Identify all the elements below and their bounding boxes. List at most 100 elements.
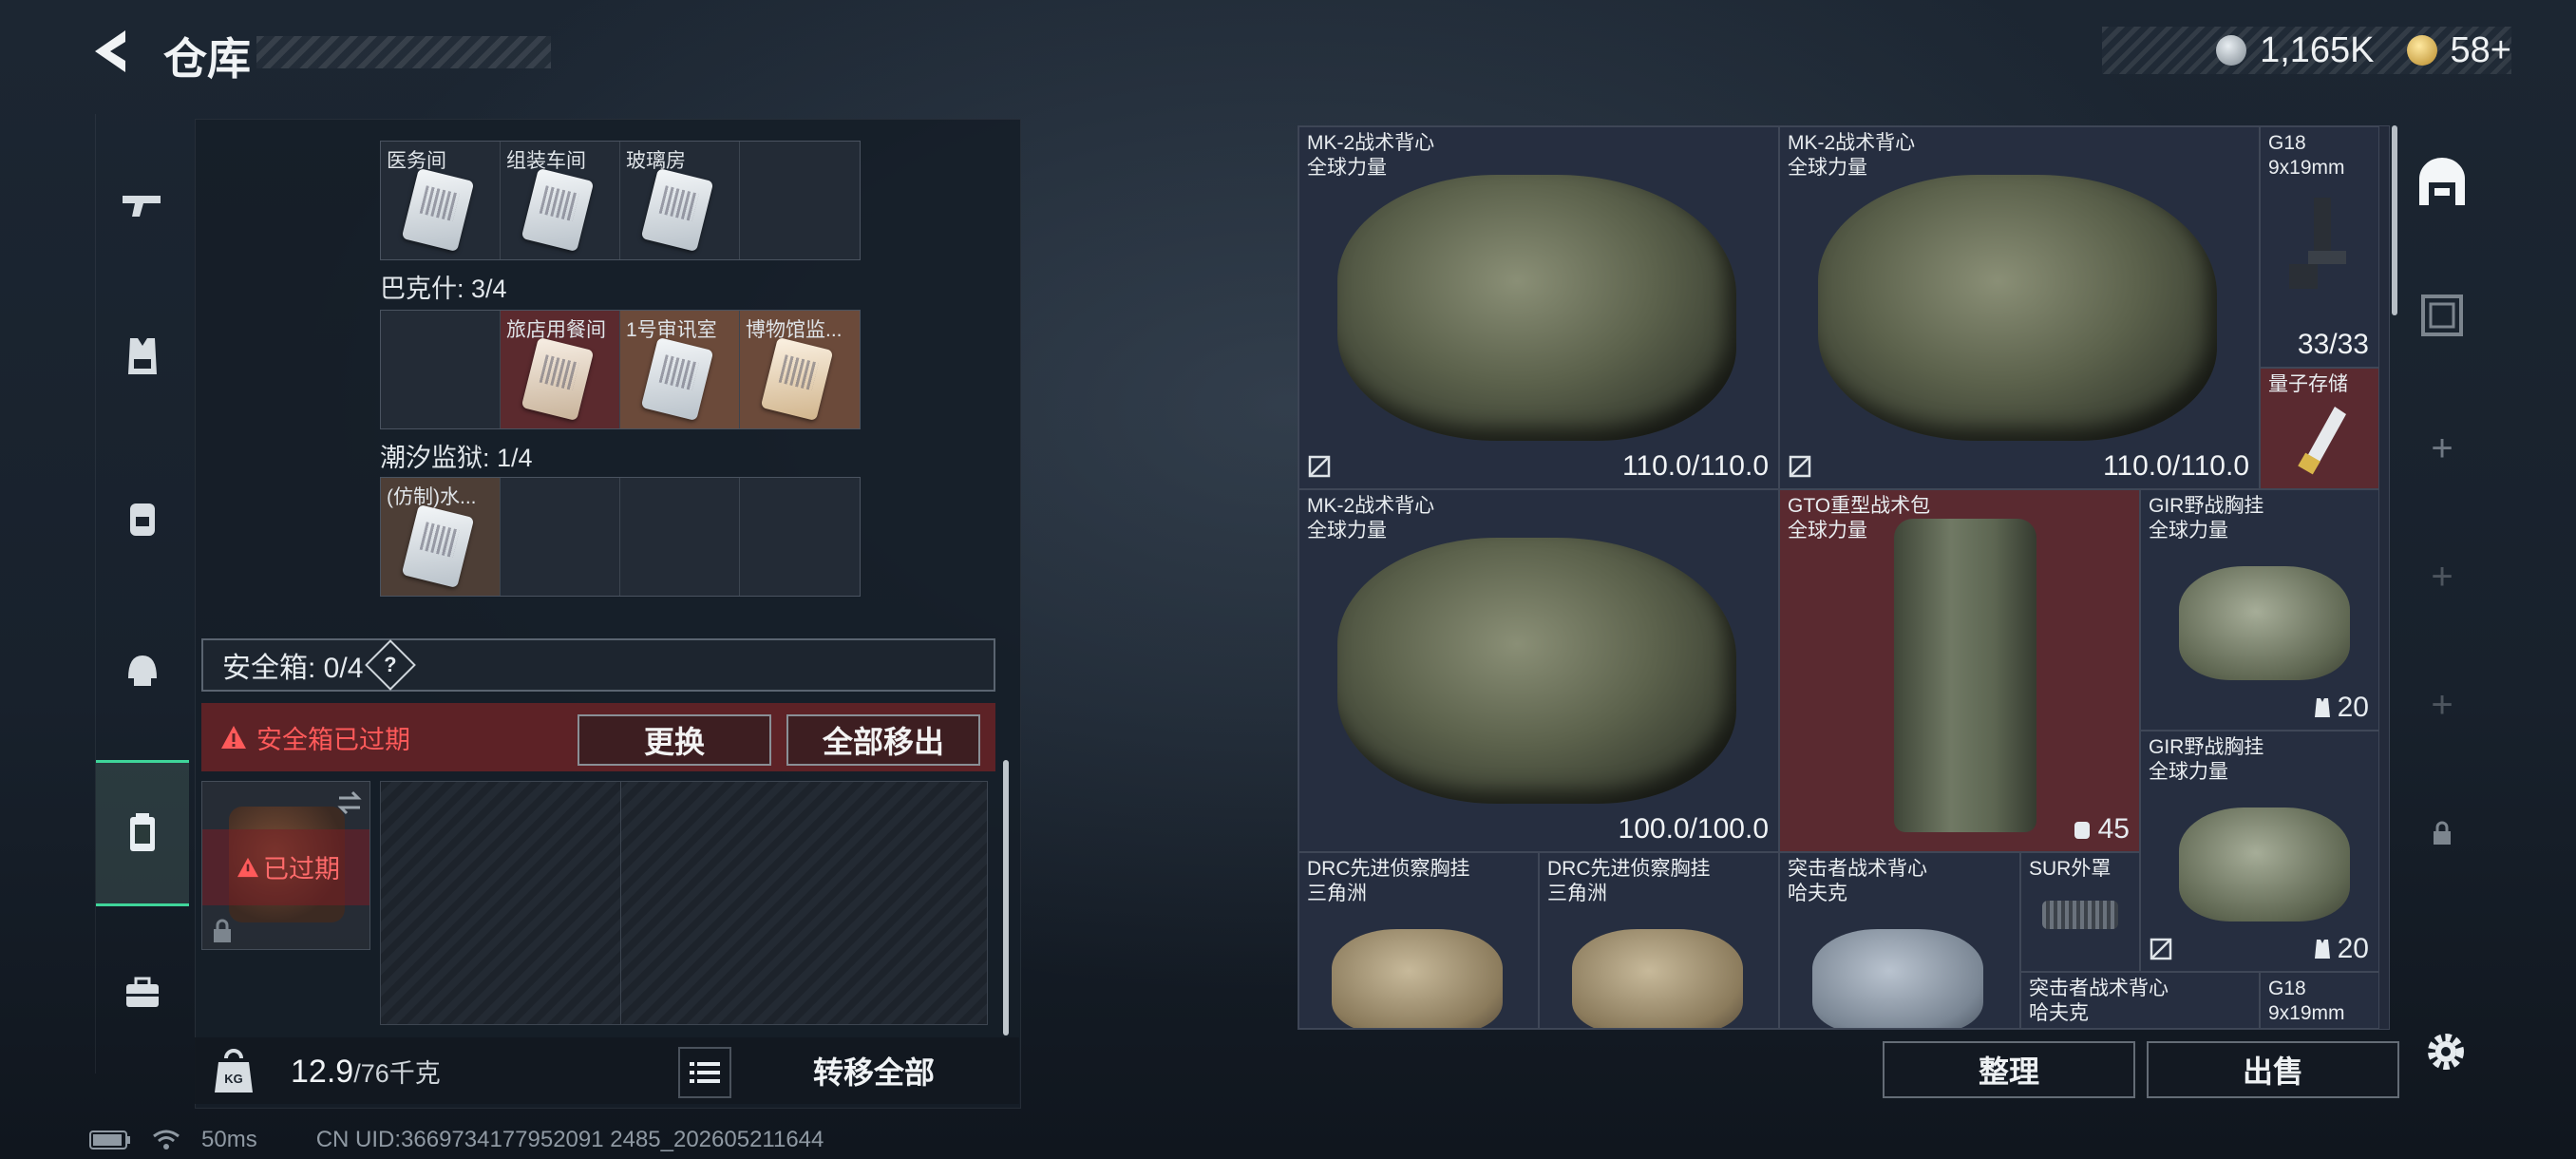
rail-item-helmet[interactable] [96, 618, 189, 722]
item-name: GIR野战胸挂 [2149, 495, 2264, 517]
item-name: MK-2战术背心 [1307, 132, 1435, 154]
item-name: GTO重型战术包 [1788, 495, 1931, 517]
rail-item-backpack[interactable] [96, 466, 189, 570]
item-name-block: MK-2战术背心 全球力量 [1307, 494, 1434, 543]
inventory-item[interactable]: MK-2战术背心 全球力量 110.0/110.0 [1779, 126, 2260, 489]
item-faction: 全球力量 [1788, 157, 1867, 179]
section-title-tide-prison: 潮汐监狱: 1/4 [380, 444, 533, 472]
move-all-out-button[interactable]: 全部移出 [786, 714, 980, 766]
item-name: G18 [2268, 978, 2306, 999]
left-scrollbar[interactable] [1003, 760, 1009, 1036]
sort-button[interactable]: 整理 [1883, 1041, 2135, 1098]
safebox-storage-grid[interactable] [380, 781, 988, 1025]
rail-item-vest[interactable] [96, 304, 189, 408]
room-card-slot[interactable]: 旅店用餐间 [501, 311, 620, 428]
item-capacity: 20 [2337, 692, 2369, 723]
tactical-vest-image [1812, 929, 1983, 1028]
item-faction: 全球力量 [2149, 520, 2228, 542]
inventory-item[interactable]: GIR野战胸挂 全球力量 20 [2140, 489, 2379, 731]
rail-item-safebox[interactable] [96, 760, 189, 906]
vest-icon [128, 338, 157, 374]
back-arrow-icon[interactable] [87, 27, 137, 76]
gold-amount[interactable]: 58+ [2451, 30, 2511, 71]
room-card-label: 玻璃房 [626, 150, 686, 172]
item-faction: 哈夫克 [1788, 883, 1847, 904]
pistol-image [2289, 198, 2346, 289]
help-icon[interactable]: ? [365, 639, 417, 691]
item-name-block: 突击者战术背心 哈夫克 [1788, 857, 1927, 906]
uid-text: CN UID:3669734177952091 2485_20260521164… [315, 1127, 824, 1152]
grid-divider [620, 782, 621, 1024]
inventory-item[interactable]: 突击者战术背心 哈夫克 [1779, 852, 2020, 1029]
room-card-slot[interactable]: (仿制)水... [381, 478, 501, 596]
add-container-button[interactable]: + [2399, 391, 2485, 505]
item-name: G18 [2268, 132, 2306, 154]
room-card-slot-empty[interactable] [740, 142, 860, 259]
inventory-item[interactable]: 量子存储 [2260, 368, 2379, 489]
inventory-item[interactable]: DRC先进侦察胸挂 三角洲 [1539, 852, 1779, 1029]
room-card-slot-empty[interactable] [740, 478, 860, 596]
safebox-capacity-bar: 安全箱: 0/4 ? [201, 638, 995, 692]
room-card-slot[interactable]: 1号审讯室 [620, 311, 740, 428]
swap-icon[interactable] [335, 789, 364, 816]
inventory-item[interactable]: MK-2战术背心 全球力量 110.0/110.0 [1298, 126, 1779, 489]
add-container-button[interactable]: + [2399, 520, 2485, 634]
rail-item-weapons[interactable] [96, 152, 189, 256]
inventory-item[interactable]: SUR外罩 [2020, 852, 2140, 972]
inventory-item[interactable]: GIR野战胸挂 全球力量 20 [2140, 731, 2379, 972]
rail-item-toolbox[interactable] [96, 940, 189, 1045]
item-capacity: 45 [2097, 813, 2130, 845]
safebox-slot[interactable]: 已过期 [201, 781, 370, 950]
list-view-button[interactable] [678, 1047, 731, 1098]
settings-gear-icon[interactable] [2420, 1026, 2472, 1077]
item-caliber: 9x19mm [2268, 1002, 2345, 1024]
room-card-label: 1号审讯室 [626, 319, 717, 341]
room-card-label: 医务间 [387, 150, 446, 172]
chest-rig-image [2179, 566, 2350, 680]
backpack-image [1894, 519, 2036, 832]
room-card-slot[interactable]: 博物馆监... [740, 311, 860, 428]
chest-rig-image [1572, 929, 1743, 1028]
inventory-item[interactable]: GTO重型战术包 全球力量 45 [1779, 489, 2140, 852]
item-name: 突击者战术背心 [2029, 978, 2169, 999]
room-card-slot-empty[interactable] [381, 311, 501, 428]
item-name: 量子存储 [2268, 373, 2348, 395]
keycard-icon [401, 167, 475, 253]
room-card-grid-3: (仿制)水... [380, 477, 861, 597]
warehouse-icon [2419, 158, 2465, 205]
inventory-scrollbar[interactable] [2392, 125, 2397, 315]
inventory-item[interactable]: DRC先进侦察胸挂 三角洲 [1298, 852, 1539, 1029]
inventory-grid: MK-2战术背心 全球力量 110.0/110.0 MK-2战术背心 全球力量 11… [1297, 125, 2390, 1030]
item-faction: 哈夫克 [2029, 1002, 2089, 1024]
container-tab-2[interactable] [2399, 258, 2485, 372]
container-tab-home[interactable] [2399, 125, 2485, 239]
item-name-block: 量子存储 [2268, 372, 2348, 397]
expired-message: 安全箱已过期 [256, 725, 410, 754]
item-name: GIR野战胸挂 [2149, 736, 2264, 758]
locked-container[interactable] [2399, 776, 2485, 890]
room-card-slot[interactable]: 组装车间 [501, 142, 620, 259]
inventory-item[interactable]: G18 9x19mm 33/33 [2260, 126, 2379, 368]
room-card-slot-empty[interactable] [620, 478, 740, 596]
add-container-button[interactable]: + [2399, 648, 2485, 762]
room-card-slot-empty[interactable] [501, 478, 620, 596]
item-faction: 三角洲 [1547, 883, 1607, 904]
room-card-slot[interactable]: 医务间 [381, 142, 501, 259]
inventory-item[interactable]: G18 9x19mm [2260, 972, 2379, 1029]
replace-button[interactable]: 更换 [578, 714, 771, 766]
transfer-all-button[interactable]: 转移全部 [750, 1037, 997, 1104]
wifi-icon [153, 1130, 180, 1150]
room-card-slot[interactable]: 玻璃房 [620, 142, 740, 259]
room-card-label: 组装车间 [506, 150, 586, 172]
inventory-item[interactable]: 突击者战术背心 哈夫克 [2020, 972, 2260, 1029]
helmet-icon [128, 656, 157, 686]
container-rail: + + + [2399, 125, 2485, 1028]
capacity-badge: 45 [2072, 813, 2130, 846]
section-title-bakeshi: 巴克什: 3/4 [380, 275, 507, 303]
sell-button[interactable]: 出售 [2147, 1041, 2399, 1098]
battery-icon [89, 1130, 130, 1150]
item-name: 突击者战术背心 [1788, 858, 1927, 880]
inventory-item[interactable]: MK-2战术背心 全球力量 100.0/100.0 [1298, 489, 1779, 852]
tactical-vest-image [1337, 538, 1736, 804]
plus-icon: + [2431, 555, 2453, 598]
